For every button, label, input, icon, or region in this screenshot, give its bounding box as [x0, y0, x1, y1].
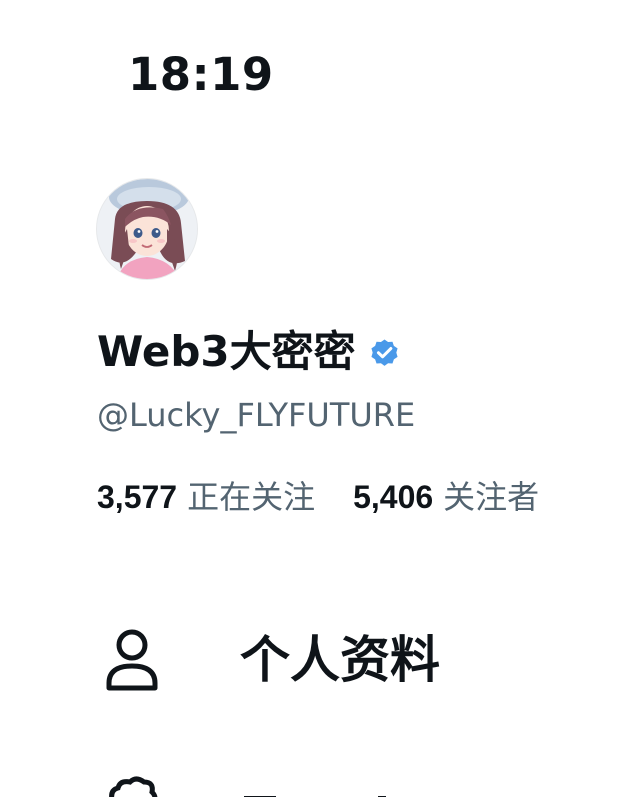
followers-label: 关注者 — [443, 478, 540, 516]
menu-item-label: 个人资料 — [240, 631, 440, 689]
display-name-row: Web3大密密 — [97, 326, 401, 378]
menu-item-profile[interactable]: 个人资料 — [104, 628, 440, 692]
topics-icon — [104, 774, 160, 797]
following-count: 3,577 — [97, 479, 178, 515]
status-bar-time: 18:19 — [128, 48, 274, 101]
followers-stat[interactable]: 5,406 关注者 — [353, 478, 539, 516]
following-label: 正在关注 — [187, 478, 316, 516]
avatar[interactable] — [96, 178, 198, 280]
following-stat[interactable]: 3,577 正在关注 — [97, 478, 315, 516]
display-name: Web3大密密 — [97, 327, 356, 376]
avatar-illustration — [97, 179, 197, 279]
menu-item-topics[interactable] — [104, 774, 420, 797]
verified-badge-icon — [368, 336, 401, 369]
menu-item-label-partial — [240, 774, 420, 797]
profile-handle: @Lucky_FLYFUTURE — [97, 396, 416, 434]
person-icon — [104, 628, 160, 692]
follow-stats: 3,577 正在关注 5,406 关注者 — [97, 478, 539, 516]
followers-count: 5,406 — [353, 479, 434, 515]
